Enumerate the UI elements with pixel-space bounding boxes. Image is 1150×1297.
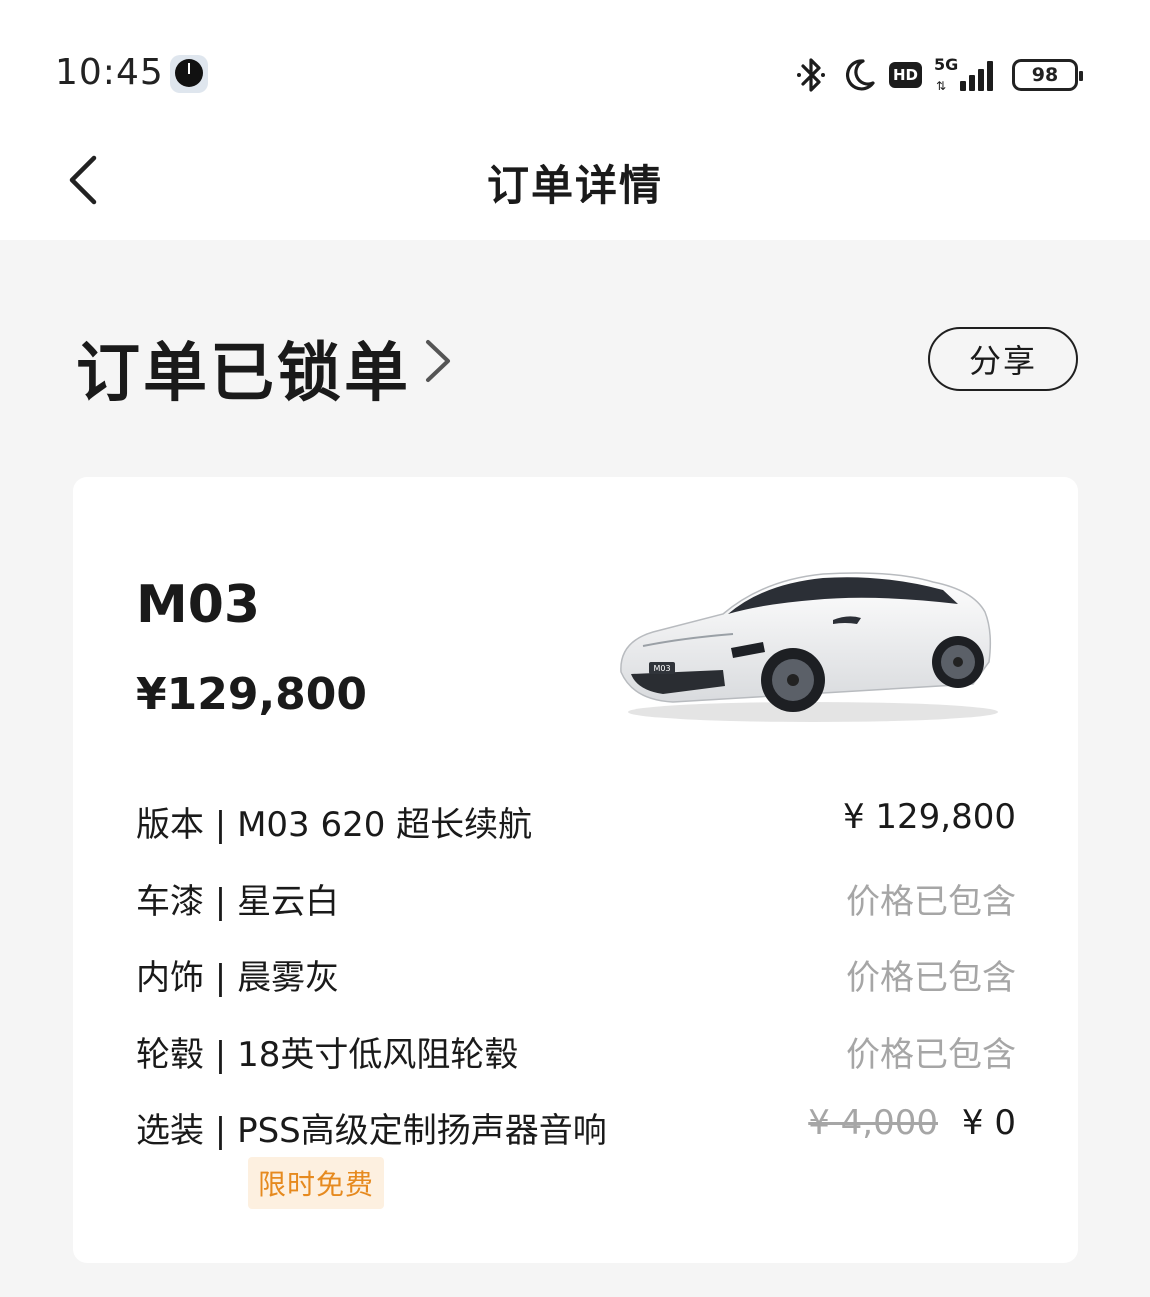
row-label: 车漆 | 星云白 (136, 882, 340, 922)
status-icons: HD 5G ⇅ 98 (793, 52, 1083, 98)
model-price: ¥129,800 (136, 669, 368, 720)
moon-icon (846, 59, 875, 91)
row-label: 轮毂 | 18英寸低风阻轮毂 (136, 1035, 519, 1075)
bluetooth-icon (796, 58, 825, 92)
battery-icon: 98 (1012, 59, 1083, 91)
row-option: 选装 | PSS高级定制扬声器音响 ¥ 4,000 ¥ 0 (136, 1103, 1016, 1153)
row-value: 价格已包含 (846, 958, 1016, 998)
row-label: 内饰 | 晨雾灰 (136, 958, 340, 998)
row-wheels: 轮毂 | 18英寸低风阻轮毂 价格已包含 (136, 1027, 1016, 1077)
row-version: 版本 | M03 620 超长续航 ¥ 129,800 (136, 797, 1016, 847)
clock-app-icon (170, 55, 208, 93)
row-value: ¥ 129,800 (842, 797, 1016, 837)
order-status-link[interactable]: 订单已锁单 (76, 322, 411, 414)
page-title: 订单详情 (486, 161, 663, 210)
row-label: 选装 | PSS高级定制扬声器音响 (136, 1111, 607, 1151)
model-name: M03 (136, 575, 261, 635)
battery-level: 98 (1031, 64, 1059, 86)
row-value: 价格已包含 (846, 1035, 1016, 1075)
free-badge: 限时免费 (248, 1157, 385, 1209)
car-badge: M03 (653, 664, 670, 673)
signal-5g-icon: 5G ⇅ (934, 55, 1000, 95)
car-image: M03 (620, 572, 998, 722)
row-paint: 车漆 | 星云白 价格已包含 (136, 874, 1016, 924)
share-button[interactable]: 分享 (928, 327, 1078, 391)
row-label: 版本 | M03 620 超长续航 (136, 805, 533, 845)
status-time: 10:45 (55, 52, 164, 93)
row-value: 价格已包含 (846, 882, 1016, 922)
order-card: M03 ¥129,800 M03 版本 | M03 620 超长续航 ¥ 129… (73, 477, 1078, 1263)
original-price: ¥ 4,000 (808, 1103, 938, 1143)
row-interior: 内饰 | 晨雾灰 价格已包含 (136, 950, 1016, 1000)
hd-icon: HD (888, 62, 922, 88)
row-value: ¥ 0 (961, 1103, 1016, 1143)
chevron-right-icon[interactable] (420, 336, 456, 386)
